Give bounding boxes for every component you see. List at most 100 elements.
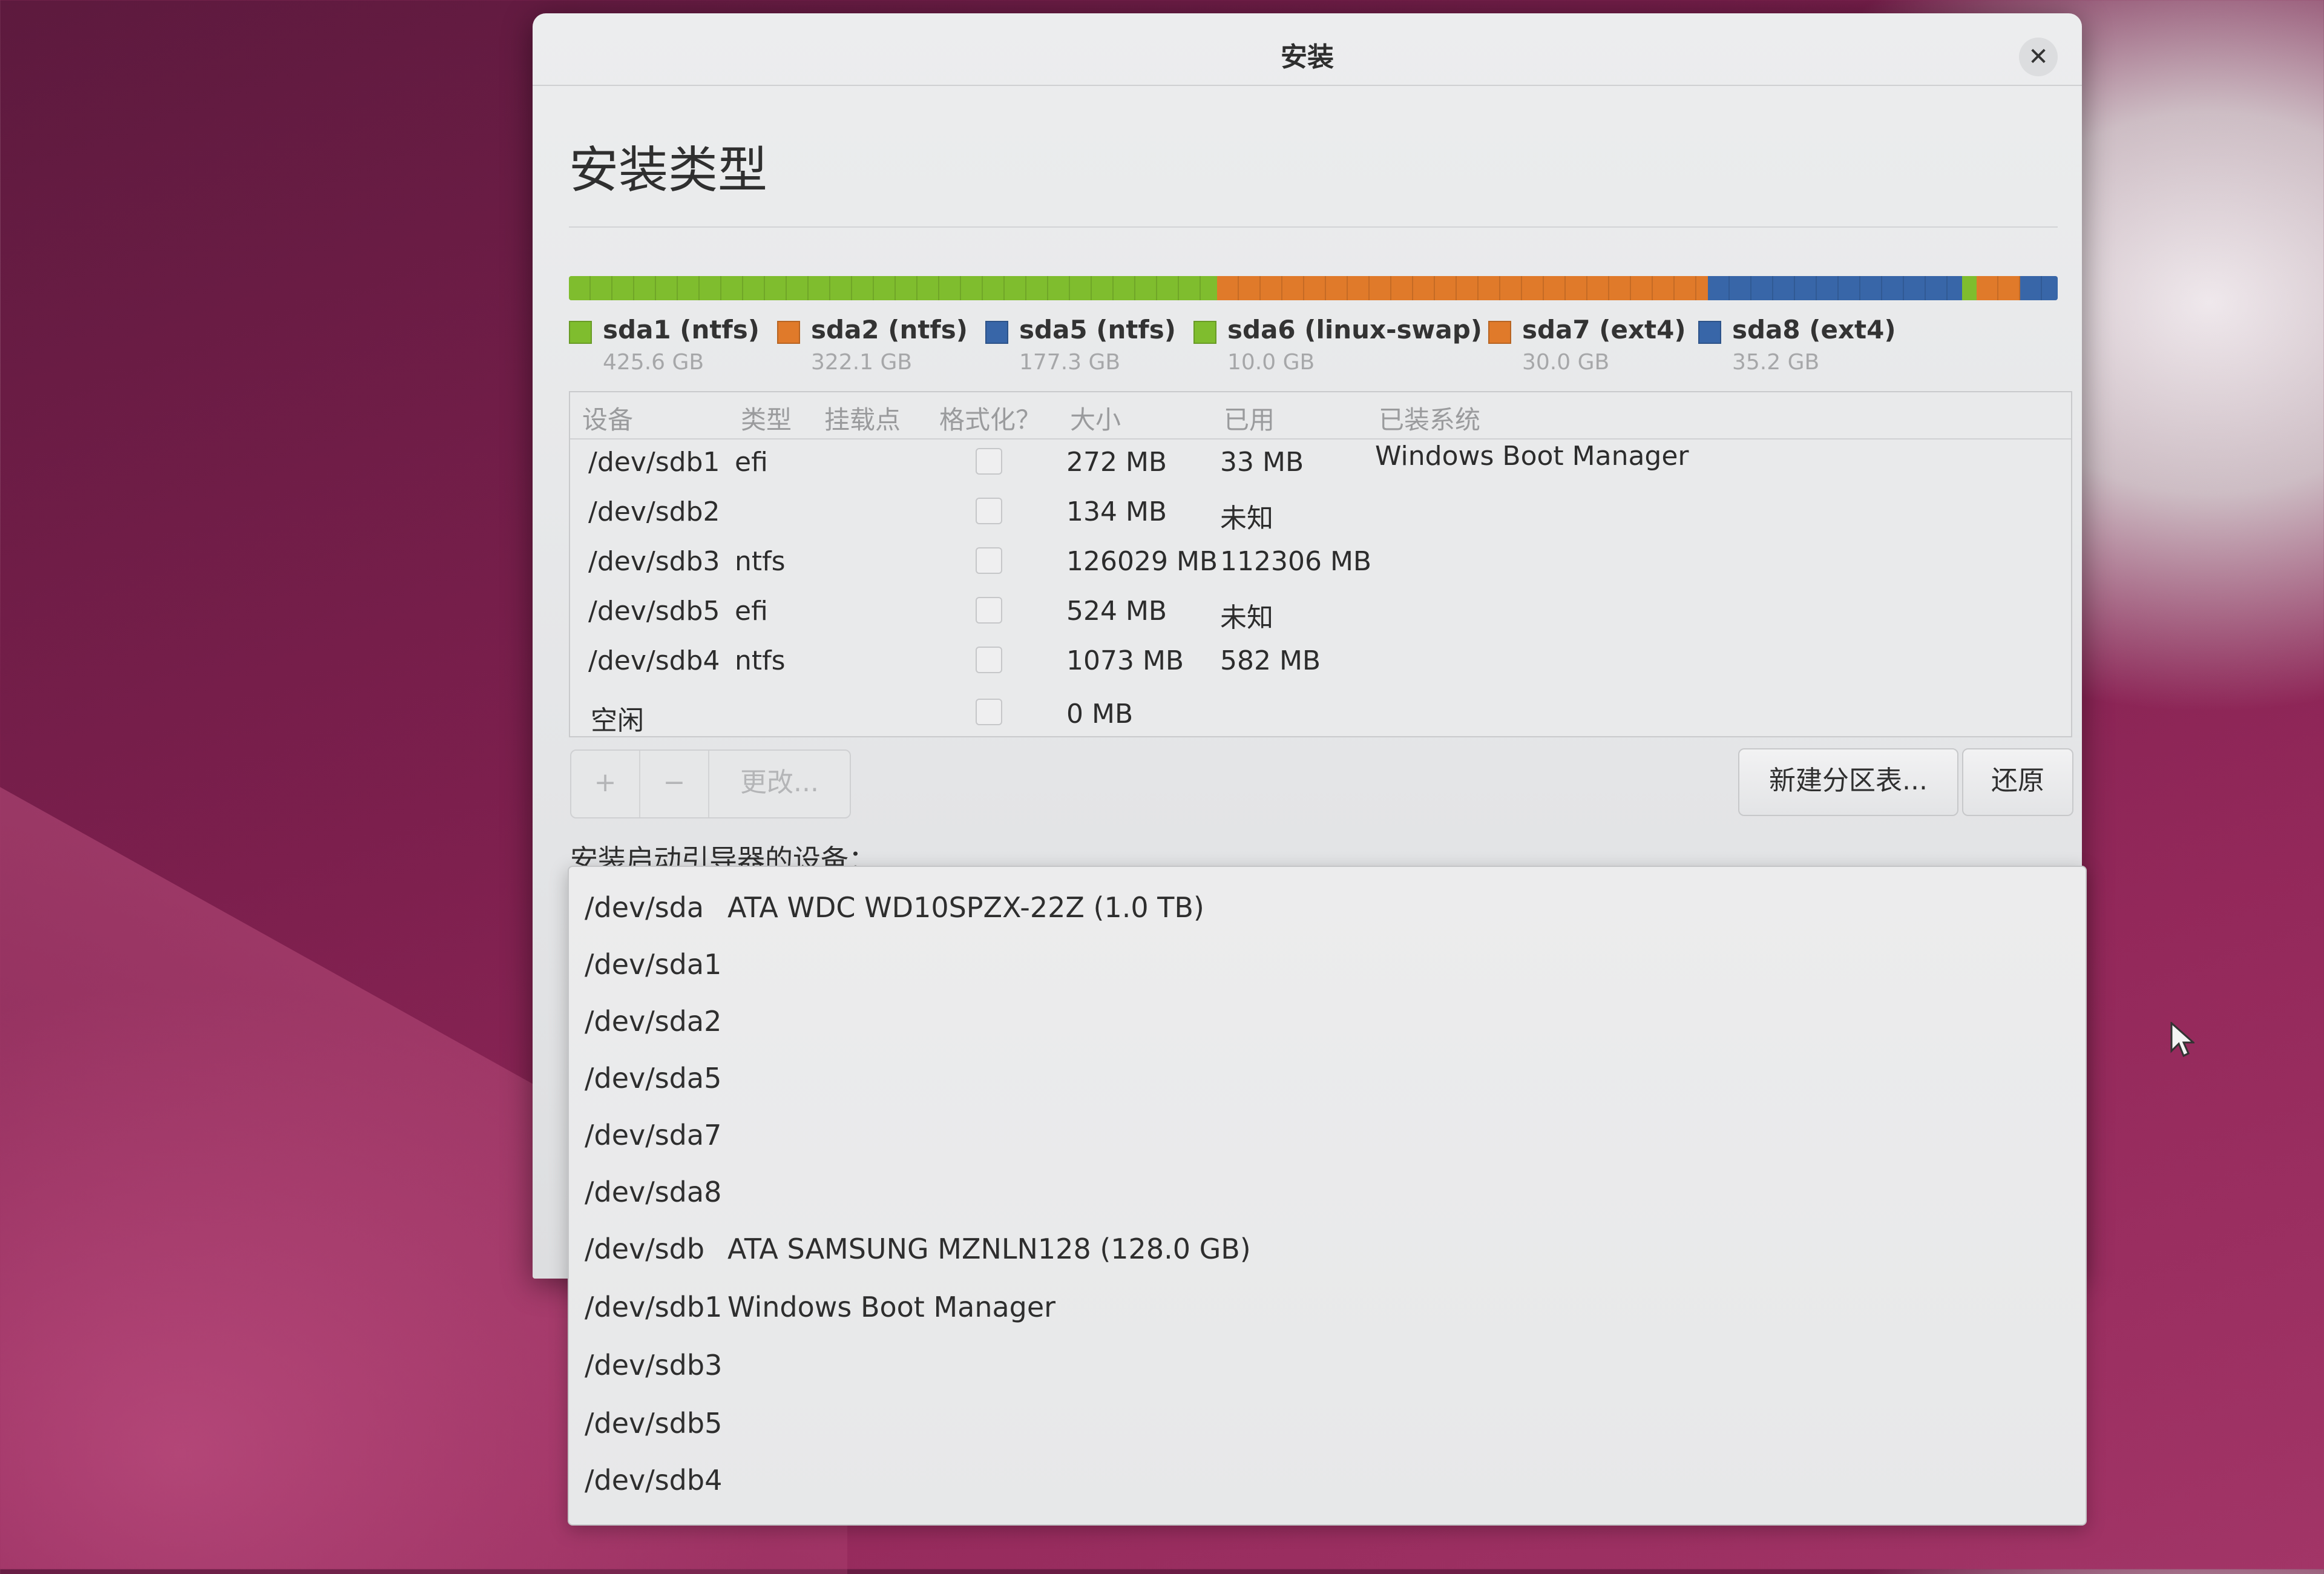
partition-edit-buttons: + − 更改... [570, 749, 851, 818]
format-checkbox[interactable] [976, 498, 1002, 524]
partition-bar-segment-sda7 [1977, 276, 2020, 300]
partition-bar [569, 276, 2058, 300]
partition-bar-segment-sda2 [1217, 276, 1708, 300]
device-path: /dev/sdb4 [585, 1464, 723, 1497]
legend-name: sda1 (ntfs) [603, 315, 760, 344]
legend-swatch [1698, 321, 1721, 344]
partition-bar-segment-sda1 [569, 276, 1217, 300]
device-path: /dev/sdb3 [585, 1349, 723, 1381]
device-path: /dev/sda8 [585, 1176, 722, 1208]
legend-swatch [1193, 321, 1216, 344]
table-row[interactable]: 空闲 0 MB [570, 688, 2071, 737]
list-item[interactable]: /dev/sda ATA WDC WD10SPZX-22Z (1.0 TB) [585, 891, 1204, 940]
table-row[interactable]: /dev/sdb5 efi 524 MB 未知 [570, 588, 2071, 638]
device-description: ATA SAMSUNG MZNLN128 (128.0 GB) [727, 1233, 1251, 1265]
legend-size: 177.3 GB [1019, 350, 1121, 375]
legend-name: sda6 (linux-swap) [1227, 315, 1482, 344]
cell-size: 134 MB [1066, 496, 1167, 527]
legend-swatch [777, 321, 800, 344]
device-path: /dev/sdb5 [585, 1407, 723, 1440]
device-path: /dev/sda2 [585, 1005, 722, 1038]
cell-used: 33 MB [1220, 447, 1304, 478]
legend-size: 10.0 GB [1227, 350, 1315, 375]
table-row[interactable]: /dev/sdb1 efi 272 MB 33 MB Windows Boot … [570, 440, 2071, 489]
cell-type: ntfs [735, 645, 786, 676]
list-item[interactable]: /dev/sdb3 [585, 1349, 727, 1397]
column-header-mount[interactable]: 挂载点 [824, 400, 901, 436]
cell-device: /dev/sdb4 [588, 645, 720, 676]
partition-table[interactable]: 设备 类型 挂载点 格式化？ 大小 已用 已装系统 /dev/sdb1 efi … [569, 391, 2072, 737]
table-header: 设备 类型 挂载点 格式化？ 大小 已用 已装系统 [570, 392, 2071, 440]
revert-button[interactable]: 还原 [1962, 748, 2073, 816]
list-item[interactable]: /dev/sdb ATA SAMSUNG MZNLN128 (128.0 GB) [585, 1233, 1251, 1281]
cell-type: efi [735, 447, 768, 478]
legend-size: 322.1 GB [811, 350, 913, 375]
column-header-format[interactable]: 格式化？ [939, 400, 1041, 436]
list-item[interactable]: /dev/sda7 [585, 1119, 727, 1167]
cell-used: 582 MB [1220, 645, 1321, 676]
cell-device: /dev/sdb5 [588, 596, 720, 627]
cell-used: 112306 MB [1220, 546, 1372, 577]
column-header-size[interactable]: 大小 [1070, 400, 1121, 436]
column-header-used[interactable]: 已用 [1224, 400, 1275, 436]
device-description: Windows Boot Manager [727, 1291, 1056, 1323]
cell-size: 0 MB [1066, 699, 1134, 729]
list-item[interactable]: /dev/sdb4 [585, 1464, 727, 1512]
column-header-type[interactable]: 类型 [741, 400, 792, 436]
column-header-device[interactable]: 设备 [582, 400, 633, 436]
legend-swatch [569, 321, 592, 344]
list-item[interactable]: /dev/sda5 [585, 1062, 727, 1110]
change-partition-button[interactable]: 更改... [709, 751, 850, 817]
list-item[interactable]: /dev/sdb1 Windows Boot Manager [585, 1291, 1055, 1339]
bootloader-device-dropdown[interactable]: /dev/sda ATA WDC WD10SPZX-22Z (1.0 TB) /d… [568, 866, 2087, 1526]
device-path: /dev/sda7 [585, 1119, 722, 1151]
cell-size: 524 MB [1066, 596, 1167, 627]
format-checkbox[interactable] [976, 597, 1002, 624]
cell-device: /dev/sdb3 [588, 546, 720, 577]
table-row[interactable]: /dev/sdb4 ntfs 1073 MB 582 MB [570, 638, 2071, 688]
cell-size: 1073 MB [1066, 645, 1184, 676]
cell-device: /dev/sdb2 [588, 496, 720, 527]
cell-size: 272 MB [1066, 447, 1167, 478]
legend-size: 425.6 GB [603, 350, 704, 375]
legend-size: 35.2 GB [1732, 350, 1820, 375]
page-title: 安装类型 [569, 142, 768, 199]
title-bar: 安装 ✕ [533, 13, 2082, 86]
legend-swatch [1488, 321, 1511, 344]
legend-name: sda2 (ntfs) [811, 315, 968, 344]
window-title: 安装 [1281, 42, 1334, 73]
device-description: ATA WDC WD10SPZX-22Z (1.0 TB) [727, 891, 1204, 924]
partition-bar-segment-sda5 [1708, 276, 1962, 300]
list-item[interactable]: /dev/sda8 [585, 1176, 727, 1224]
cell-system: Windows Boot Manager [1375, 441, 1689, 472]
list-item[interactable]: /dev/sdb5 [585, 1407, 727, 1455]
list-item[interactable]: /dev/sda2 [585, 1005, 727, 1053]
cell-device: /dev/sdb1 [588, 447, 720, 478]
list-item[interactable]: /dev/sda1 [585, 948, 727, 996]
cell-type: ntfs [735, 546, 786, 577]
cell-used: 未知 [1220, 602, 1273, 633]
cell-device: 空闲 [591, 705, 644, 736]
table-row[interactable]: /dev/sdb3 ntfs 126029 MB 112306 MB [570, 539, 2071, 588]
device-path: /dev/sda [585, 891, 704, 924]
close-icon[interactable]: ✕ [2019, 38, 2058, 76]
legend-name: sda8 (ext4) [1732, 315, 1896, 344]
legend-name: sda5 (ntfs) [1019, 315, 1176, 344]
format-checkbox[interactable] [976, 647, 1002, 673]
format-checkbox[interactable] [976, 448, 1002, 475]
partition-bar-segment-sda8 [2020, 276, 2058, 300]
add-partition-button[interactable]: + [571, 751, 640, 817]
format-checkbox[interactable] [976, 699, 1002, 725]
device-path: /dev/sdb1 [585, 1291, 723, 1323]
table-row[interactable]: /dev/sdb2 134 MB 未知 [570, 489, 2071, 539]
remove-partition-button[interactable]: − [640, 751, 709, 817]
new-partition-table-button[interactable]: 新建分区表... [1738, 748, 1958, 816]
column-header-system[interactable]: 已装系统 [1379, 400, 1480, 436]
legend-name: sda7 (ext4) [1522, 315, 1686, 344]
device-path: /dev/sdb [585, 1233, 705, 1265]
format-checkbox[interactable] [976, 547, 1002, 574]
mouse-pointer-icon [2170, 1022, 2194, 1058]
cell-size: 126029 MB [1066, 546, 1218, 577]
cell-used: 未知 [1220, 503, 1273, 534]
legend-size: 30.0 GB [1522, 350, 1610, 375]
